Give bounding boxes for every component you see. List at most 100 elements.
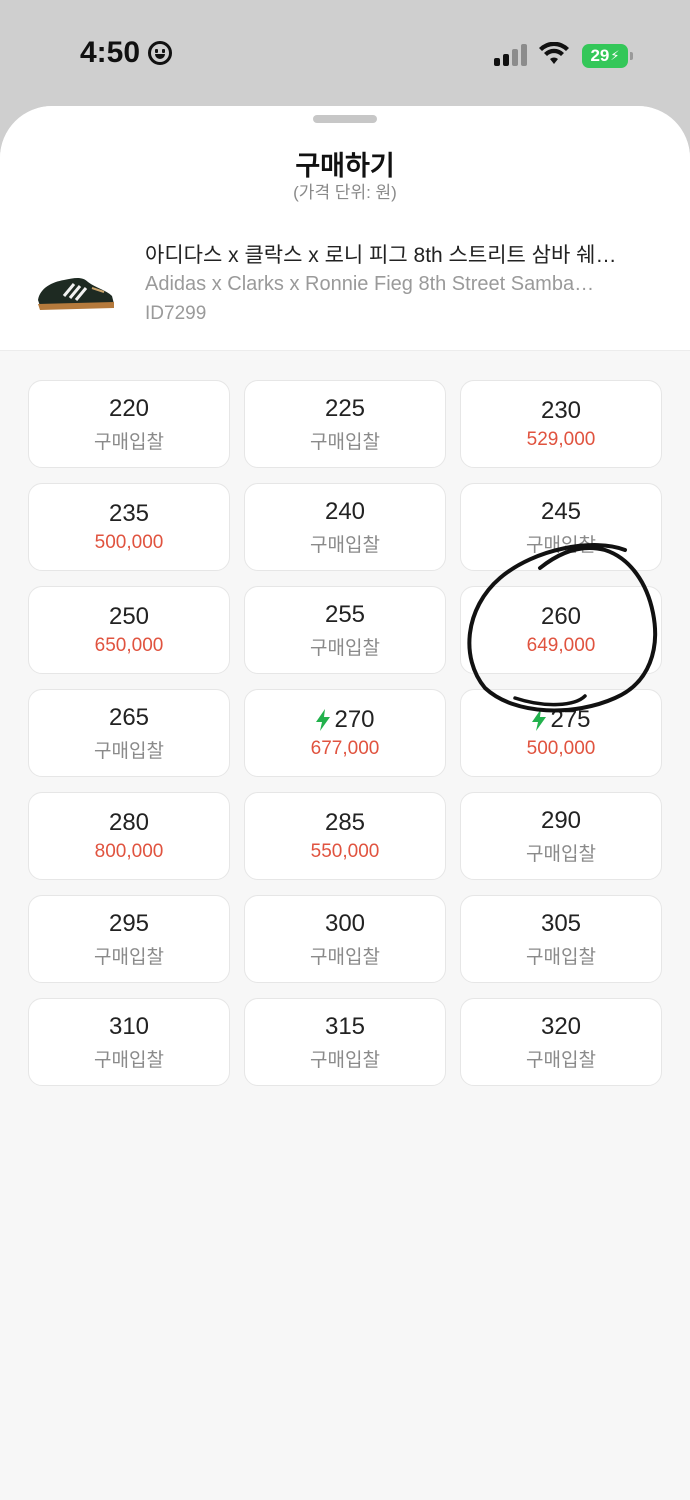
size-value: 220 (108, 394, 150, 422)
purchase-sheet: 구매하기 (가격 단위: 원) 아디다스 x 클락스 x 로니 피그 8th 스… (0, 106, 690, 1500)
size-option-255[interactable]: 255 구매입찰 (244, 586, 446, 674)
size-value: 260 (540, 603, 582, 630)
sheet-header: 구매하기 (가격 단위: 원) 아디다스 x 클락스 x 로니 피그 8th 스… (0, 106, 690, 351)
size-price: 529,000 (526, 429, 596, 450)
size-label: 290 (541, 807, 581, 835)
size-value: 235 (108, 500, 150, 527)
buy-bid-label: 구매입찰 (526, 534, 596, 556)
buy-bid-label: 구매입찰 (94, 946, 164, 968)
size-label: 225 (325, 395, 365, 423)
product-name-english: Adidas x Clarks x Ronnie Fieg 8th Street… (145, 273, 595, 295)
smiley-icon (148, 41, 173, 65)
size-label: 265 (109, 704, 149, 732)
battery-level: 29 (590, 46, 610, 65)
size-label: 305 (541, 910, 581, 938)
size-value: 250 (108, 603, 150, 630)
size-value: 240 (324, 497, 366, 525)
clock-text: 4:50 (80, 36, 141, 69)
size-label: 295 (109, 910, 149, 938)
size-label: 270 (315, 706, 375, 734)
quick-delivery-bolt-icon (532, 709, 547, 731)
wifi-icon (539, 42, 569, 64)
size-value: 315 (324, 1012, 366, 1040)
status-time: 4:50 (80, 36, 173, 70)
size-option-245[interactable]: 245 구매입찰 (460, 483, 662, 571)
size-label: 260 (541, 603, 581, 631)
size-label: 255 (325, 601, 365, 629)
size-label: 250 (109, 603, 149, 631)
product-model-number: ID7299 (145, 303, 207, 324)
size-option-290[interactable]: 290 구매입찰 (460, 792, 662, 880)
size-grid: 220 구매입찰 225 구매입찰 230 529,000 235 500,000 240 구매입… (28, 380, 662, 1086)
buy-bid-label: 구매입찰 (94, 431, 164, 453)
size-value: 230 (540, 397, 582, 424)
status-bar: 4:50 29 ⚡ (0, 0, 690, 106)
size-option-280[interactable]: 280 800,000 (28, 792, 230, 880)
buy-bid-label: 구매입찰 (310, 431, 380, 453)
size-label: 275 (531, 706, 591, 734)
size-option-320[interactable]: 320 구매입찰 (460, 998, 662, 1086)
buy-bid-label: 구매입찰 (310, 1049, 380, 1071)
size-value: 320 (540, 1012, 582, 1040)
size-option-220[interactable]: 220 구매입찰 (28, 380, 230, 468)
buy-bid-label: 구매입찰 (526, 1049, 596, 1071)
cellular-signal-icon (494, 44, 528, 66)
size-value: 285 (324, 809, 366, 836)
size-option-270[interactable]: 270 677,000 (244, 689, 446, 777)
size-value: 270 (334, 706, 375, 733)
size-option-275[interactable]: 275 500,000 (460, 689, 662, 777)
size-price: 550,000 (310, 841, 380, 862)
drag-handle[interactable] (313, 115, 377, 123)
size-value: 280 (108, 809, 150, 836)
size-option-295[interactable]: 295 구매입찰 (28, 895, 230, 983)
size-label: 285 (325, 809, 365, 837)
size-option-305[interactable]: 305 구매입찰 (460, 895, 662, 983)
size-label: 280 (109, 809, 149, 837)
quick-delivery-bolt-icon (316, 709, 331, 731)
buy-bid-label: 구매입찰 (94, 1049, 164, 1071)
size-price: 650,000 (94, 635, 164, 656)
size-option-235[interactable]: 235 500,000 (28, 483, 230, 571)
size-label: 315 (325, 1013, 365, 1041)
size-option-230[interactable]: 230 529,000 (460, 380, 662, 468)
size-label: 310 (109, 1013, 149, 1041)
product-image[interactable] (34, 266, 116, 314)
size-option-225[interactable]: 225 구매입찰 (244, 380, 446, 468)
size-label: 245 (541, 498, 581, 526)
size-label: 220 (109, 395, 149, 423)
size-option-285[interactable]: 285 550,000 (244, 792, 446, 880)
size-value: 225 (324, 394, 366, 422)
size-label: 235 (109, 500, 149, 528)
size-label: 230 (541, 397, 581, 425)
size-label: 300 (325, 910, 365, 938)
size-label: 240 (325, 498, 365, 526)
product-name-korean: 아디다스 x 클락스 x 로니 피그 8th 스트리트 삼바 쉐… (145, 244, 617, 267)
buy-bid-label: 구매입찰 (310, 637, 380, 659)
size-label: 320 (541, 1013, 581, 1041)
size-price: 500,000 (526, 738, 596, 759)
size-option-260[interactable]: 260 649,000 (460, 586, 662, 674)
buy-bid-label: 구매입찰 (94, 740, 164, 762)
size-value: 305 (540, 909, 582, 937)
size-option-265[interactable]: 265 구매입찰 (28, 689, 230, 777)
size-value: 295 (108, 909, 150, 937)
size-option-310[interactable]: 310 구매입찰 (28, 998, 230, 1086)
battery-icon: 29 ⚡ (582, 44, 633, 68)
size-option-240[interactable]: 240 구매입찰 (244, 483, 446, 571)
size-option-300[interactable]: 300 구매입찰 (244, 895, 446, 983)
size-value: 245 (540, 497, 582, 525)
buy-bid-label: 구매입찰 (310, 946, 380, 968)
buy-bid-label: 구매입찰 (526, 946, 596, 968)
buy-bid-label: 구매입찰 (310, 534, 380, 556)
size-value: 310 (108, 1012, 150, 1040)
size-option-315[interactable]: 315 구매입찰 (244, 998, 446, 1086)
size-price: 500,000 (94, 532, 164, 553)
size-option-250[interactable]: 250 650,000 (28, 586, 230, 674)
size-price: 800,000 (94, 841, 164, 862)
size-price: 677,000 (310, 738, 380, 759)
size-value: 300 (324, 909, 366, 937)
price-unit-note: (가격 단위: 원) (293, 183, 397, 202)
size-value: 265 (108, 703, 150, 731)
charging-icon: ⚡ (610, 48, 620, 63)
size-value: 255 (324, 600, 366, 628)
